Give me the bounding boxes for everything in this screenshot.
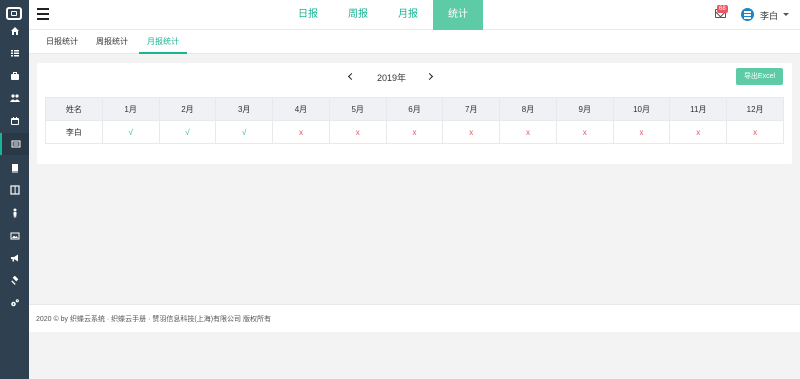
stats-panel: 2019年 导出Excel 姓名 1月 2月 3月 4月 5月 6月 7月 8月…: [37, 63, 792, 164]
tab-weekly[interactable]: 周报: [333, 0, 383, 30]
column-header: 8月: [499, 97, 557, 121]
book-icon: [11, 164, 18, 173]
table-cell: x: [272, 120, 330, 144]
gavel-icon: [10, 276, 18, 285]
tab-monthly[interactable]: 月报: [383, 0, 433, 30]
top-navbar: 日报 周报 月报 统计 68 李白: [29, 0, 800, 30]
home-icon: [10, 27, 19, 35]
sidebar-item-columns[interactable]: [0, 179, 29, 201]
table-cell: x: [669, 120, 728, 144]
tab-monthly-stats[interactable]: 月报统计: [139, 30, 187, 54]
export-excel-button[interactable]: 导出Excel: [736, 68, 783, 85]
table-cell: √: [101, 120, 160, 144]
sub-tabs: 日报统计 周报统计 月报统计: [29, 30, 800, 54]
table-cell: x: [328, 120, 387, 144]
table-cell: √: [158, 120, 217, 144]
tab-weekly-stats[interactable]: 周报统计: [96, 30, 128, 54]
report-icon: [11, 140, 20, 148]
column-header: 1月: [101, 97, 160, 121]
footer-text: 2020 © by 织蝶云系统 · 织蝶云手册 · 赞羽信息科技(上海)有限公司…: [36, 316, 272, 323]
sidebar-item-settings[interactable]: [0, 292, 29, 314]
sidebar-item-home[interactable]: [0, 20, 29, 42]
sidebar-item-gavel[interactable]: [0, 270, 29, 292]
calendar-icon: [10, 117, 19, 125]
briefcase-icon: [10, 72, 19, 80]
tab-daily-stats[interactable]: 日报统计: [46, 30, 78, 54]
table-cell: x: [385, 120, 444, 144]
tab-statistics[interactable]: 统计: [433, 0, 483, 30]
settings-icon: [10, 299, 19, 307]
sidebar-item-briefcase[interactable]: [0, 65, 29, 87]
avatar[interactable]: [741, 8, 754, 21]
table-cell: x: [442, 120, 501, 144]
top-tabs: 日报 周报 月报 统计: [283, 0, 483, 30]
menu-toggle-icon[interactable]: [37, 8, 49, 20]
column-header: 11月: [669, 97, 728, 121]
sidebar-item-report[interactable]: [0, 133, 29, 155]
sidebar-item-bullhorn[interactable]: [0, 247, 29, 269]
column-header: 6月: [385, 97, 444, 121]
column-header: 12月: [726, 97, 784, 121]
table-cell: x: [612, 120, 671, 144]
column-header: 9月: [555, 97, 614, 121]
column-header: 4月: [272, 97, 330, 121]
table-cell: x: [499, 120, 557, 144]
sidebar-item-book[interactable]: [0, 157, 29, 179]
sidebar-item-person[interactable]: [0, 202, 29, 224]
column-header: 2月: [158, 97, 217, 121]
chevron-down-icon[interactable]: [783, 13, 789, 16]
app-logo-icon[interactable]: [6, 7, 22, 20]
sidebar-item-image[interactable]: [0, 225, 29, 247]
table-cell: x: [555, 120, 614, 144]
year-label: 2019年: [377, 73, 407, 83]
stats-table: 姓名 1月 2月 3月 4月 5月 6月 7月 8月 9月 10月 11月 12…: [45, 97, 784, 144]
column-header: 3月: [215, 97, 274, 121]
year-navigator: 2019年: [347, 71, 437, 85]
table-cell: x: [726, 120, 784, 144]
footer: 2020 © by 织蝶云系统 · 织蝶云手册 · 赞羽信息科技(上海)有限公司…: [29, 304, 800, 332]
table-row: 李白 √ √ √ x x x x x x x x x: [45, 120, 784, 144]
table-cell: √: [215, 120, 274, 144]
column-header: 10月: [612, 97, 671, 121]
image-icon: [10, 232, 19, 240]
list-icon: [10, 50, 19, 57]
person-icon: [13, 208, 16, 218]
sidebar-item-calendar[interactable]: [0, 110, 29, 132]
username[interactable]: 李白: [760, 9, 778, 22]
sidebar-item-list[interactable]: [0, 42, 29, 64]
column-header: 姓名: [45, 97, 103, 121]
table-header-row: 姓名 1月 2月 3月 4月 5月 6月 7月 8月 9月 10月 11月 12…: [45, 97, 784, 121]
sidebar: [0, 0, 29, 379]
columns-icon: [9, 185, 20, 195]
column-header: 5月: [328, 97, 387, 121]
column-header: 7月: [442, 97, 501, 121]
prev-year-icon[interactable]: [347, 72, 356, 81]
sidebar-item-users[interactable]: [0, 87, 29, 109]
bullhorn-icon: [10, 254, 18, 262]
tab-daily[interactable]: 日报: [283, 0, 333, 30]
users-icon: [9, 94, 20, 102]
next-year-icon[interactable]: [425, 72, 434, 81]
mail-badge: 68: [717, 5, 728, 13]
table-cell-name: 李白: [45, 120, 103, 144]
